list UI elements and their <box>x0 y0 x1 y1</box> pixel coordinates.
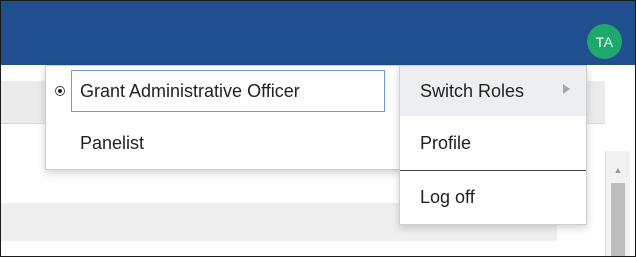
user-avatar[interactable]: TA <box>587 24 622 59</box>
role-item-panelist[interactable]: Panelist <box>46 118 400 168</box>
roles-submenu: Grant Administrative Officer Panelist <box>45 65 401 170</box>
log-off-menu-item[interactable]: Log off <box>400 172 586 222</box>
scroll-thumb[interactable] <box>611 183 625 256</box>
chevron-right-icon <box>563 84 570 94</box>
top-navigation-bar: TA <box>1 1 635 65</box>
menu-item-label: Log off <box>420 186 475 207</box>
app-window: TA ▲ Grant Administrative Officer Paneli… <box>0 0 636 257</box>
account-dropdown-menu: Switch Roles Profile Log off <box>399 65 587 225</box>
switch-roles-menu-item[interactable]: Switch Roles <box>400 66 586 116</box>
role-item-grant-administrative-officer[interactable]: Grant Administrative Officer <box>46 66 400 116</box>
menu-divider <box>400 170 586 171</box>
scroll-up-arrow-icon[interactable]: ▲ <box>606 165 630 175</box>
profile-menu-item[interactable]: Profile <box>400 118 586 168</box>
selected-radio-icon <box>55 86 65 96</box>
menu-item-label: Switch Roles <box>420 80 525 101</box>
role-label[interactable]: Grant Administrative Officer <box>71 70 385 112</box>
role-label: Panelist <box>80 132 145 153</box>
vertical-scrollbar[interactable]: ▲ <box>605 151 630 256</box>
menu-item-label: Profile <box>420 132 472 153</box>
